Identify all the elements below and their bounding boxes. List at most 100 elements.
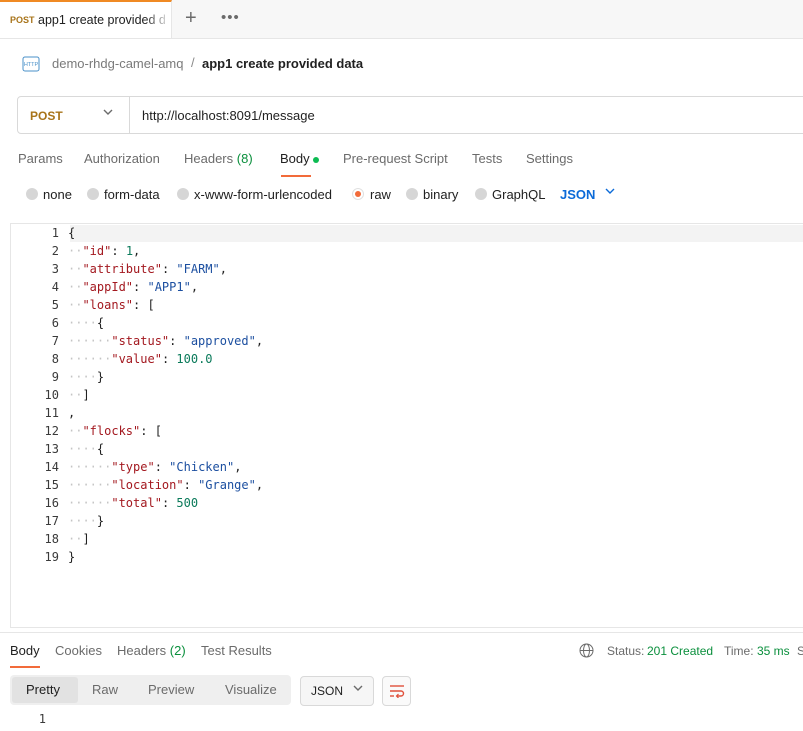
- tab-fade: [145, 2, 171, 36]
- url-bar: POST http://localhost:8091/message: [17, 96, 803, 134]
- radio-raw[interactable]: [352, 188, 364, 200]
- body-modified-dot: [313, 157, 319, 163]
- view-raw-button[interactable]: Raw: [92, 682, 118, 697]
- tab-headers-label: Headers: [184, 151, 234, 166]
- chevron-down-icon[interactable]: [604, 185, 616, 200]
- tab-strip: POST app1 create provided data + •••: [0, 0, 803, 39]
- radio-form-data[interactable]: [87, 188, 99, 200]
- code-line[interactable]: ··"appId": "APP1",: [68, 280, 198, 294]
- chevron-down-icon[interactable]: [102, 106, 114, 121]
- svg-text:HTTP: HTTP: [24, 62, 39, 68]
- tab-response-headers-label: Headers: [117, 643, 167, 658]
- line-number: 3: [51, 262, 59, 276]
- request-tab[interactable]: POST app1 create provided data: [0, 0, 172, 38]
- line-number: 7: [51, 334, 59, 348]
- line-number: 15: [44, 478, 59, 492]
- line-number: 9: [51, 370, 59, 384]
- more-tabs-ellipsis-icon[interactable]: •••: [221, 9, 240, 26]
- line-number: 1: [51, 226, 59, 240]
- code-line[interactable]: ····}: [68, 370, 104, 384]
- line-number: 11: [44, 406, 59, 420]
- line-number: 5: [51, 298, 59, 312]
- line-number: 2: [51, 244, 59, 258]
- new-tab-plus-icon[interactable]: +: [185, 7, 197, 30]
- wrap-lines-button[interactable]: [382, 676, 411, 706]
- tab-response-headers-count: (2): [169, 643, 186, 658]
- breadcrumb-collection[interactable]: demo-rhdg-camel-amq: [52, 56, 184, 71]
- code-line[interactable]: ······"type": "Chicken",: [68, 460, 241, 474]
- active-tab-underline: [281, 175, 311, 177]
- code-line[interactable]: }: [68, 550, 75, 564]
- radio-none[interactable]: [26, 188, 38, 200]
- code-line[interactable]: ······"total": 500: [68, 496, 198, 510]
- line-number: 4: [51, 280, 59, 294]
- response-format-select[interactable]: JSON: [300, 676, 374, 706]
- code-line[interactable]: ····{: [68, 316, 104, 330]
- tab-pre-request-script[interactable]: Pre-request Script: [343, 151, 448, 166]
- line-number: 8: [51, 352, 59, 366]
- globe-icon[interactable]: [579, 643, 594, 658]
- url-input[interactable]: http://localhost:8091/message: [142, 108, 315, 123]
- radio-graphql[interactable]: [475, 188, 487, 200]
- code-line[interactable]: ······"status": "approved",: [68, 334, 263, 348]
- radio-binary[interactable]: [406, 188, 418, 200]
- code-line[interactable]: ······"value": 100.0: [68, 352, 213, 366]
- radio-urlencoded-label[interactable]: x-www-form-urlencoded: [194, 187, 332, 202]
- line-number: 19: [44, 550, 59, 564]
- tab-authorization[interactable]: Authorization: [84, 151, 160, 166]
- status-value[interactable]: 201 Created: [647, 644, 713, 658]
- active-line-highlight: [70, 225, 803, 242]
- tab-tests[interactable]: Tests: [472, 151, 502, 166]
- code-line[interactable]: ··"flocks": [: [68, 424, 162, 438]
- radio-none-label[interactable]: none: [43, 187, 72, 202]
- line-number: 16: [44, 496, 59, 510]
- radio-graphql-label[interactable]: GraphQL: [492, 187, 545, 202]
- code-line[interactable]: ····{: [68, 442, 104, 456]
- response-tab-underline: [10, 666, 40, 668]
- time-label: Time:: [724, 644, 754, 658]
- time-value[interactable]: 35 ms: [757, 644, 790, 658]
- tab-params[interactable]: Params: [18, 151, 63, 166]
- body-editor[interactable]: 1 2 3 4 5 6 7 8 9 10 11 12 13 14 15 16 17 18 19 {··"id": 1…: [10, 223, 803, 628]
- method-select[interactable]: POST: [30, 109, 63, 123]
- chevron-down-icon: [352, 682, 364, 697]
- tab-response-cookies[interactable]: Cookies: [55, 643, 102, 658]
- view-pretty-button[interactable]: Pretty: [26, 682, 60, 697]
- breadcrumb-separator: /: [191, 55, 195, 70]
- radio-urlencoded[interactable]: [177, 188, 189, 200]
- line-number: 12: [44, 424, 59, 438]
- code-line[interactable]: ··"attribute": "FARM",: [68, 262, 227, 276]
- view-visualize-button[interactable]: Visualize: [225, 682, 277, 697]
- radio-raw-label[interactable]: raw: [370, 187, 391, 202]
- code-line[interactable]: ,: [68, 406, 75, 420]
- line-number: 14: [44, 460, 59, 474]
- code-line[interactable]: {: [68, 226, 75, 240]
- tab-response-body[interactable]: Body: [10, 643, 40, 658]
- tab-headers[interactable]: Headers (8): [184, 151, 253, 166]
- status-label: Status:: [607, 644, 645, 658]
- tab-response-headers[interactable]: Headers (2): [117, 643, 186, 658]
- code-line[interactable]: ··]: [68, 388, 90, 402]
- response-line-number: 1: [38, 712, 46, 726]
- wrap-lines-icon: [390, 685, 405, 698]
- code-line[interactable]: ··"loans": [: [68, 298, 155, 312]
- line-number: 10: [44, 388, 59, 402]
- line-number: 13: [44, 442, 59, 456]
- tab-body[interactable]: Body: [280, 151, 310, 166]
- url-divider: [129, 97, 130, 133]
- view-preview-button[interactable]: Preview: [148, 682, 194, 697]
- tab-settings[interactable]: Settings: [526, 151, 573, 166]
- breadcrumb-request-name[interactable]: app1 create provided data: [202, 56, 363, 71]
- code-line[interactable]: ····}: [68, 514, 104, 528]
- tab-method: POST: [10, 15, 35, 25]
- body-format-select[interactable]: JSON: [560, 187, 595, 202]
- view-mode-segmented: Pretty Raw Preview Visualize: [10, 675, 291, 705]
- code-line[interactable]: ······"location": "Grange",: [68, 478, 263, 492]
- radio-form-data-label[interactable]: form-data: [104, 187, 160, 202]
- line-number: 18: [44, 532, 59, 546]
- code-line[interactable]: ··]: [68, 532, 90, 546]
- response-divider: [0, 632, 803, 633]
- tab-test-results[interactable]: Test Results: [201, 643, 272, 658]
- radio-binary-label[interactable]: binary: [423, 187, 458, 202]
- code-line[interactable]: ··"id": 1,: [68, 244, 140, 258]
